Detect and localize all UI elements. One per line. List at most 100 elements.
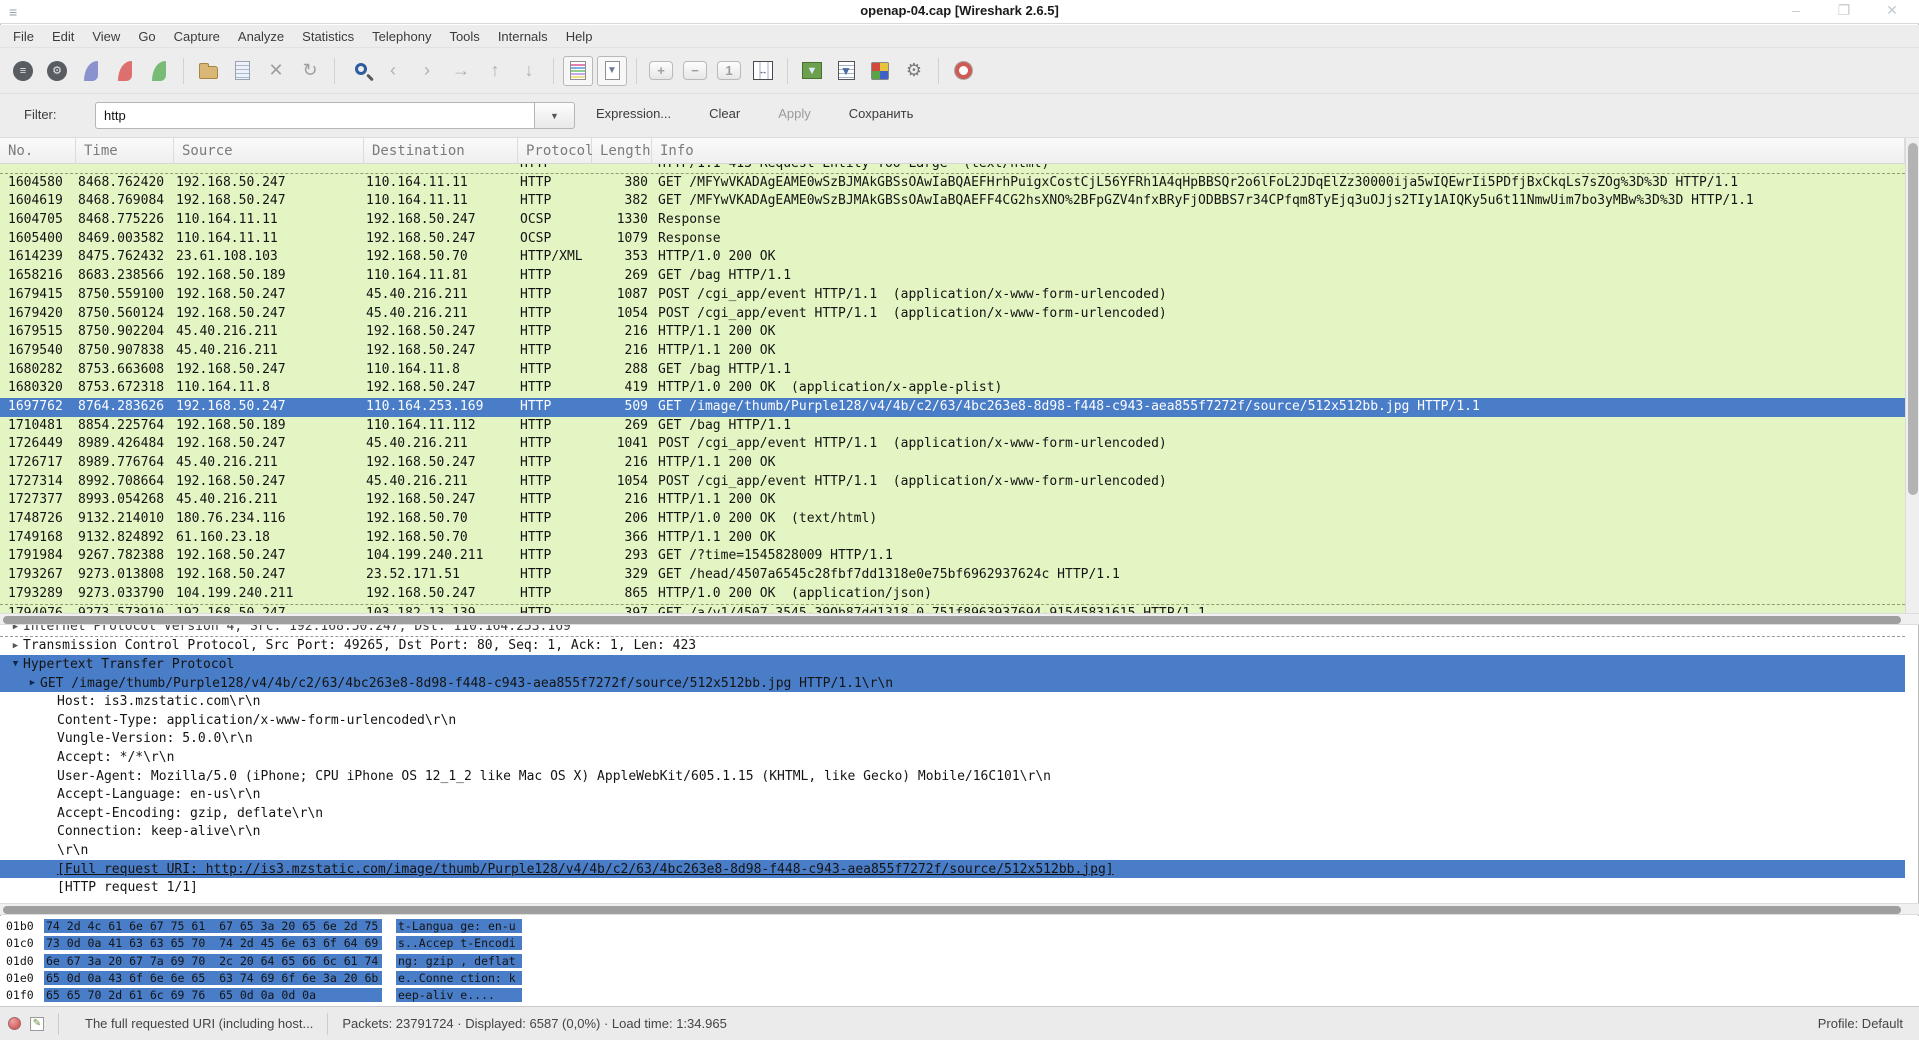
detail-line[interactable]: [HTTP request 1/1]: [0, 878, 1905, 897]
hscrollbar-thumb[interactable]: [3, 616, 1901, 624]
close-button[interactable]: ✕: [1883, 2, 1901, 19]
zoom-in-icon[interactable]: +: [646, 56, 676, 86]
minimize-button[interactable]: –: [1787, 2, 1805, 19]
detail-line[interactable]: User-Agent: Mozilla/5.0 (iPhone; CPU iPh…: [0, 767, 1905, 786]
go-back-icon[interactable]: ‹: [378, 56, 408, 86]
column-header-time[interactable]: Time: [76, 138, 174, 164]
packet-list-vscrollbar[interactable]: [1905, 138, 1919, 613]
stop-capture-icon[interactable]: [110, 56, 140, 86]
menu-tools[interactable]: Tools: [440, 26, 488, 47]
packet-list-hscrollbar[interactable]: [0, 613, 1919, 625]
vscrollbar-thumb[interactable]: [1908, 143, 1918, 495]
expander-arrow-icon[interactable]: ▶: [8, 641, 23, 651]
profile-indicator[interactable]: Profile: Default: [1818, 1016, 1903, 1031]
go-to-top-icon[interactable]: ↑: [480, 56, 510, 86]
menu-internals[interactable]: Internals: [489, 26, 557, 47]
table-row[interactable]: 16045808468.762420192.168.50.247110.164.…: [0, 174, 1905, 193]
restore-button[interactable]: ❐: [1835, 2, 1853, 19]
table-row[interactable]: 16795158750.90220445.40.216.211192.168.5…: [0, 323, 1905, 342]
detail-line[interactable]: Vungle-Version: 5.0.0\r\n: [0, 730, 1905, 749]
table-row[interactable]: 17932899273.033790104.199.240.211192.168…: [0, 585, 1905, 604]
table-row[interactable]: 16046198468.769084192.168.50.247110.164.…: [0, 192, 1905, 211]
column-header-source[interactable]: Source: [174, 138, 364, 164]
hex-row[interactable]: 01c073 0d 0a 41 63 63 65 70 74 2d 45 6e …: [0, 936, 1919, 953]
column-header-destination[interactable]: Destination: [364, 138, 518, 164]
resize-columns-icon[interactable]: ↔: [748, 56, 778, 86]
detail-line[interactable]: Host: is3.mzstatic.com\r\n: [0, 692, 1905, 711]
table-row[interactable]: 16582168683.238566192.168.50.189110.164.…: [0, 267, 1905, 286]
menu-statistics[interactable]: Statistics: [293, 26, 363, 47]
menu-go[interactable]: Go: [129, 26, 164, 47]
apply-button[interactable]: Apply: [778, 106, 811, 121]
list-interfaces-icon[interactable]: ≡: [8, 56, 38, 86]
go-to-bottom-icon[interactable]: ↓: [514, 56, 544, 86]
table-row[interactable]: 16142398475.76243223.61.108.103192.168.5…: [0, 248, 1905, 267]
display-filter-icon[interactable]: ▼: [831, 56, 861, 86]
table-row[interactable]: 16794208750.560124192.168.50.24745.40.21…: [0, 305, 1905, 324]
open-file-icon[interactable]: [193, 56, 223, 86]
column-header-protocol[interactable]: Protocol: [518, 138, 592, 164]
detail-line[interactable]: [Full request URI: http://is3.mzstatic.c…: [0, 860, 1905, 879]
expander-arrow-icon[interactable]: ▶: [25, 678, 40, 688]
expander-arrow-icon[interactable]: ▶: [8, 625, 23, 632]
table-row[interactable]: 17491689132.82489261.160.23.18192.168.50…: [0, 529, 1905, 548]
details-hscrollbar[interactable]: [0, 903, 1919, 915]
detail-line[interactable]: Content-Type: application/x-www-form-url…: [0, 711, 1905, 730]
menu-view[interactable]: View: [83, 26, 129, 47]
detail-line[interactable]: ▼Hypertext Transfer Protocol: [0, 655, 1905, 674]
detail-line[interactable]: ▶GET /image/thumb/Purple128/v4/4b/c2/63/…: [0, 674, 1905, 693]
hex-row[interactable]: 01b074 2d 4c 61 6e 67 75 61 67 65 3a 20 …: [0, 919, 1919, 936]
table-row[interactable]: 17267178989.77676445.40.216.211192.168.5…: [0, 454, 1905, 473]
detail-line[interactable]: Accept-Encoding: gzip, deflate\r\n: [0, 804, 1905, 823]
table-row[interactable]: 16047058468.775226110.164.11.11192.168.5…: [0, 211, 1905, 230]
details-hscrollbar-thumb[interactable]: [3, 906, 1901, 914]
hex-row[interactable]: 01f065 65 70 2d 61 6c 69 76 65 0d 0a 0d …: [0, 988, 1919, 1005]
expression-button[interactable]: Expression...: [596, 106, 671, 121]
clear-button[interactable]: Clear: [709, 106, 740, 121]
go-to-packet-icon[interactable]: →: [446, 56, 476, 86]
table-row[interactable]: 17273778993.05426845.40.216.211192.168.5…: [0, 491, 1905, 510]
table-row[interactable]: 17104818854.225764192.168.50.189110.164.…: [0, 417, 1905, 436]
find-packet-icon[interactable]: [344, 56, 374, 86]
column-header-no[interactable]: No.: [0, 138, 76, 164]
table-row[interactable]: 16795408750.90783845.40.216.211192.168.5…: [0, 342, 1905, 361]
go-forward-icon[interactable]: ›: [412, 56, 442, 86]
zoom-100-icon[interactable]: 1: [714, 56, 744, 86]
expert-info-icon[interactable]: [8, 1017, 21, 1030]
hex-row[interactable]: 01d06e 67 3a 20 67 7a 69 70 2c 20 64 65 …: [0, 954, 1919, 971]
column-header-length[interactable]: Length: [592, 138, 652, 164]
menu-file[interactable]: File: [4, 26, 43, 47]
capture-options-icon[interactable]: ⚙: [42, 56, 72, 86]
filter-input[interactable]: [95, 102, 535, 129]
expander-arrow-icon[interactable]: ▼: [8, 659, 23, 669]
close-file-icon[interactable]: ✕: [261, 56, 291, 86]
detail-line[interactable]: Connection: keep-alive\r\n: [0, 823, 1905, 842]
menu-capture[interactable]: Capture: [165, 26, 229, 47]
colorize-icon[interactable]: [563, 56, 593, 86]
zoom-out-icon[interactable]: −: [680, 56, 710, 86]
table-row[interactable]: 16054008469.003582110.164.11.11192.168.5…: [0, 230, 1905, 249]
table-row[interactable]: 17487269132.214010180.76.234.116192.168.…: [0, 510, 1905, 529]
table-row[interactable]: 17919849267.782388192.168.50.247104.199.…: [0, 547, 1905, 566]
detail-line[interactable]: Accept-Language: en-us\r\n: [0, 785, 1905, 804]
table-row[interactable]: HTTPHTTP/1.1 413 Request Entity Too Larg…: [0, 164, 1905, 174]
save-file-icon[interactable]: [227, 56, 257, 86]
reload-icon[interactable]: ↻: [295, 56, 325, 86]
detail-line[interactable]: ▶Transmission Control Protocol, Src Port…: [0, 637, 1905, 656]
help-icon[interactable]: [948, 56, 978, 86]
preferences-icon[interactable]: ⚙: [899, 56, 929, 86]
detail-line[interactable]: \r\n: [0, 841, 1905, 860]
hex-row[interactable]: 01e065 0d 0a 43 6f 6e 6e 65 63 74 69 6f …: [0, 971, 1919, 988]
menu-telephony[interactable]: Telephony: [363, 26, 440, 47]
table-row[interactable]: 17940769273.573910192.168.50.247103.182.…: [0, 604, 1905, 614]
restart-capture-icon[interactable]: [144, 56, 174, 86]
menu-help[interactable]: Help: [557, 26, 602, 47]
table-row[interactable]: 16802828753.663608192.168.50.247110.164.…: [0, 361, 1905, 380]
autoscroll-icon[interactable]: ▼: [597, 56, 627, 86]
table-row[interactable]: 16803208753.672318110.164.11.8192.168.50…: [0, 379, 1905, 398]
table-row[interactable]: 17932679273.013808192.168.50.24723.52.17…: [0, 566, 1905, 585]
save-filter-button[interactable]: Сохранить: [849, 106, 914, 121]
table-row[interactable]: 17273148992.708664192.168.50.24745.40.21…: [0, 473, 1905, 492]
detail-line[interactable]: Accept: */*\r\n: [0, 748, 1905, 767]
filter-dropdown-button[interactable]: ▼: [534, 102, 575, 129]
